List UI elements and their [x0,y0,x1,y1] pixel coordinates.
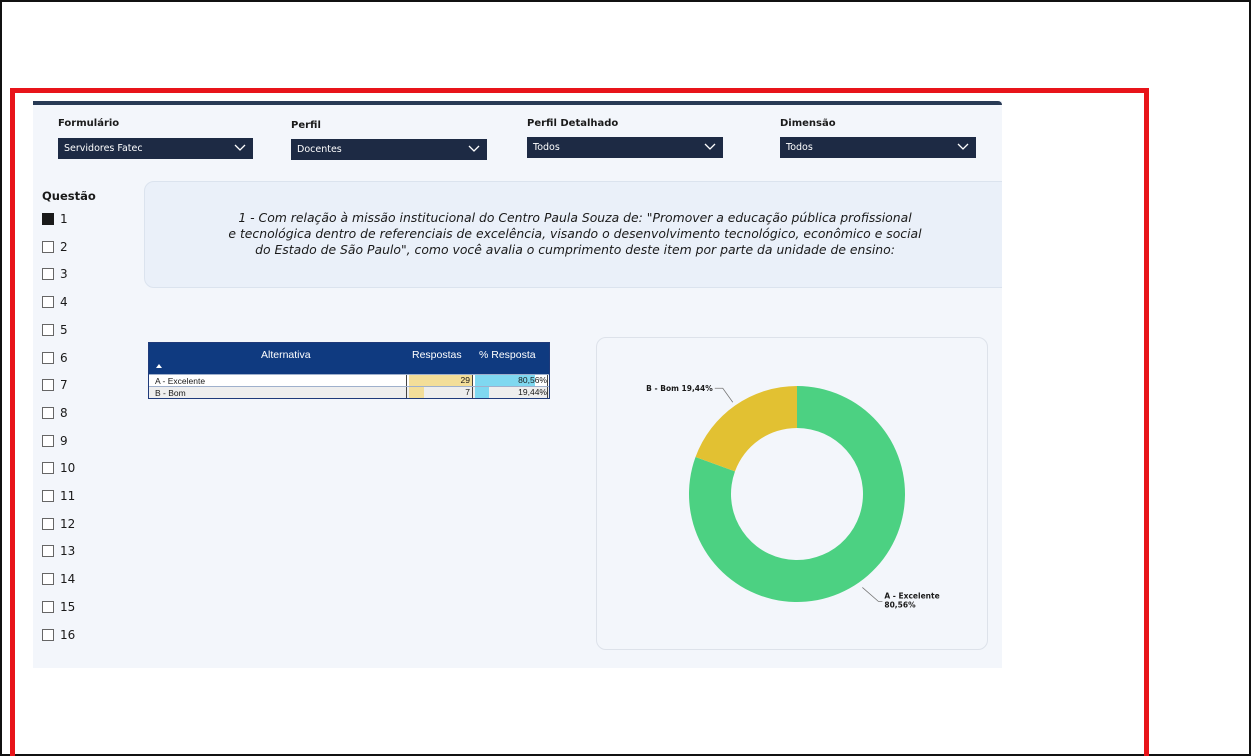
checkbox[interactable] [42,600,54,613]
questao-number: 10 [60,461,76,476]
checkbox[interactable] [42,573,54,586]
checkbox[interactable] [42,268,54,281]
questao-number: 8 [60,405,68,420]
questao-number: 1 [60,212,68,226]
questao-slicer-title: Questão [42,189,96,203]
slice-label: 80,56% [884,600,916,609]
sort-ascending-icon [156,364,162,368]
chevron-down-icon [468,145,480,152]
questao-number: 13 [60,544,76,559]
report-canvas: Formulário Servidores Fatec Perfil Docen… [33,101,1002,668]
questao-option[interactable]: 11 [42,488,75,504]
donut-slice[interactable] [695,386,797,472]
cell-alternativa: B - Bom [155,388,186,398]
questao-number: 7 [60,378,68,393]
checkbox[interactable] [42,213,54,225]
cell-percent: 80,56% [518,375,547,385]
dropdown-value: Todos [786,142,813,153]
dropdown-value: Todos [533,142,560,153]
questao-option[interactable]: 1 [42,211,68,227]
chevron-down-icon [957,143,969,150]
questao-number: 11 [60,489,76,503]
filter-label: Perfil [291,120,321,131]
questao-option[interactable]: 12 [42,516,75,532]
checkbox[interactable] [42,296,54,309]
questao-option[interactable]: 15 [42,599,75,615]
questao-option[interactable]: 6 [42,350,68,366]
checkbox[interactable] [42,517,54,530]
questao-number: 14 [60,572,76,587]
donut-chart-card: A - Excelente 80,56% B - Bom 19,44% [596,337,988,650]
questao-option[interactable]: 10 [42,460,75,476]
filter-label: Formulário [58,118,120,129]
leader-line [862,587,883,602]
checkbox[interactable] [42,545,54,558]
dimensao-dropdown[interactable]: Todos [780,137,976,158]
questao-option[interactable]: 9 [42,433,68,449]
questao-number: 2 [60,239,68,254]
questao-number: 3 [60,267,68,282]
questao-number: 16 [60,627,76,642]
formulario-dropdown[interactable]: Servidores Fatec [58,138,253,159]
column-separator [472,375,473,386]
chevron-down-icon [704,143,716,150]
checkbox[interactable] [42,406,54,419]
checkbox[interactable] [42,351,54,364]
cell-respostas: 7 [465,387,470,397]
column-header-percent[interactable]: % Resposta [479,349,536,361]
checkbox[interactable] [42,434,54,447]
column-header-alternativa[interactable]: Alternativa [261,349,311,361]
table-body: A - Excelente 29 80,56% B - Bom 7 19,44% [149,374,549,398]
question-card: 1 - Com relação à missão institucional d… [144,181,1002,288]
questao-option[interactable]: 8 [42,405,68,421]
slice-label: A - Excelente [884,591,939,600]
column-separator [472,387,473,398]
dropdown-value: Servidores Fatec [64,143,143,154]
questao-option[interactable]: 16 [42,627,75,643]
questao-number: 4 [60,295,68,310]
checkbox[interactable] [42,628,54,641]
questao-number: 6 [60,350,68,365]
questao-number: 5 [60,322,68,337]
checkbox[interactable] [42,323,54,336]
perfil-detalhado-dropdown[interactable]: Todos [527,137,723,158]
checkbox[interactable] [42,462,54,475]
checkbox[interactable] [42,490,54,502]
column-separator [406,387,407,398]
questao-option[interactable]: 4 [42,294,68,310]
questao-option[interactable]: 5 [42,322,68,338]
column-header-respostas[interactable]: Respostas [412,349,462,361]
questao-number: 12 [60,516,76,531]
checkbox[interactable] [42,240,54,253]
cell-alternativa: A - Excelente [155,376,206,386]
questao-option[interactable]: 3 [42,266,68,282]
questao-number: 9 [60,433,68,448]
dropdown-value: Docentes [297,144,342,155]
question-text: 1 - Com relação à missão institucional d… [165,210,985,258]
report-top-bar [33,101,1002,105]
question-line: do Estado de São Paulo", como você avali… [255,242,895,257]
cell-percent: 19,44% [518,387,547,397]
questao-number: 15 [60,599,76,614]
responses-table: Alternativa Respostas % Resposta A - Exc… [148,342,550,399]
questao-option[interactable]: 2 [42,239,68,255]
column-separator [406,375,407,386]
cell-respostas: 29 [460,375,470,385]
table-row[interactable]: B - Bom 7 19,44% [149,386,549,398]
questao-option[interactable]: 13 [42,543,75,559]
checkbox[interactable] [42,379,54,392]
filter-label: Dimensão [780,118,836,129]
chevron-down-icon [234,144,246,151]
donut-chart: A - Excelente80,56% B - Bom 19,44% [646,384,940,609]
question-line: 1 - Com relação à missão institucional d… [238,210,912,225]
slice-label: B - Bom 19,44% [646,384,713,393]
questao-option[interactable]: 7 [42,377,68,393]
table-header: Alternativa Respostas % Resposta [149,343,549,374]
question-line: e tecnológica dentro de referenciais de … [228,226,922,241]
table-row[interactable]: A - Excelente 29 80,56% [149,374,549,386]
leader-line [714,387,734,403]
questao-option[interactable]: 14 [42,571,75,587]
perfil-dropdown[interactable]: Docentes [291,139,487,160]
filter-label: Perfil Detalhado [527,118,619,129]
